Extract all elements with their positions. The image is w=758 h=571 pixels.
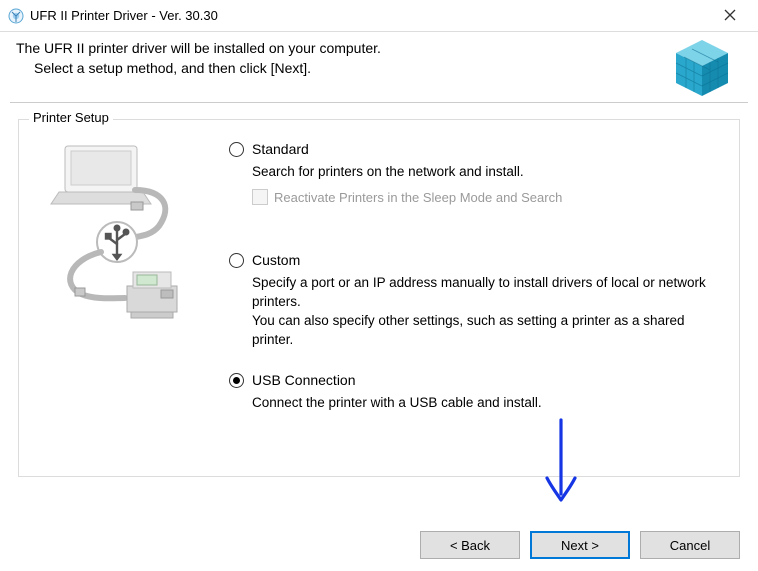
footer-buttons: < Back Next > Cancel [420,531,740,559]
option-standard-label: Standard [252,140,309,158]
option-custom-label: Custom [252,251,300,269]
radio-standard[interactable] [229,142,244,157]
reactivate-checkbox [252,189,268,205]
titlebar: UFR II Printer Driver - Ver. 30.30 [0,0,758,32]
header: The UFR II printer driver will be instal… [0,32,758,102]
header-line1: The UFR II printer driver will be instal… [16,40,742,56]
radio-usb[interactable] [229,373,244,388]
reactivate-checkbox-row: Reactivate Printers in the Sleep Mode an… [252,189,723,205]
brand-cube-icon [670,38,734,100]
option-standard-desc: Search for printers on the network and i… [252,162,723,181]
cancel-button[interactable]: Cancel [640,531,740,559]
option-standard[interactable]: Standard [229,140,723,158]
reactivate-checkbox-label: Reactivate Printers in the Sleep Mode an… [274,190,562,205]
header-line2: Select a setup method, and then click [N… [16,60,742,76]
option-usb-desc: Connect the printer with a USB cable and… [252,393,723,412]
option-custom-desc: Specify a port or an IP address manually… [252,273,723,349]
next-button[interactable]: Next > [530,531,630,559]
app-icon [8,8,24,24]
group-title: Printer Setup [29,110,113,125]
option-usb[interactable]: USB Connection [229,371,723,389]
header-divider [10,102,748,103]
radio-custom[interactable] [229,253,244,268]
option-custom[interactable]: Custom [229,251,723,269]
setup-illustration [35,140,205,458]
window-title: UFR II Printer Driver - Ver. 30.30 [30,8,710,23]
printer-setup-group: Printer Setup [18,119,740,477]
option-usb-label: USB Connection [252,371,356,389]
back-button[interactable]: < Back [420,531,520,559]
close-icon[interactable] [710,8,750,24]
